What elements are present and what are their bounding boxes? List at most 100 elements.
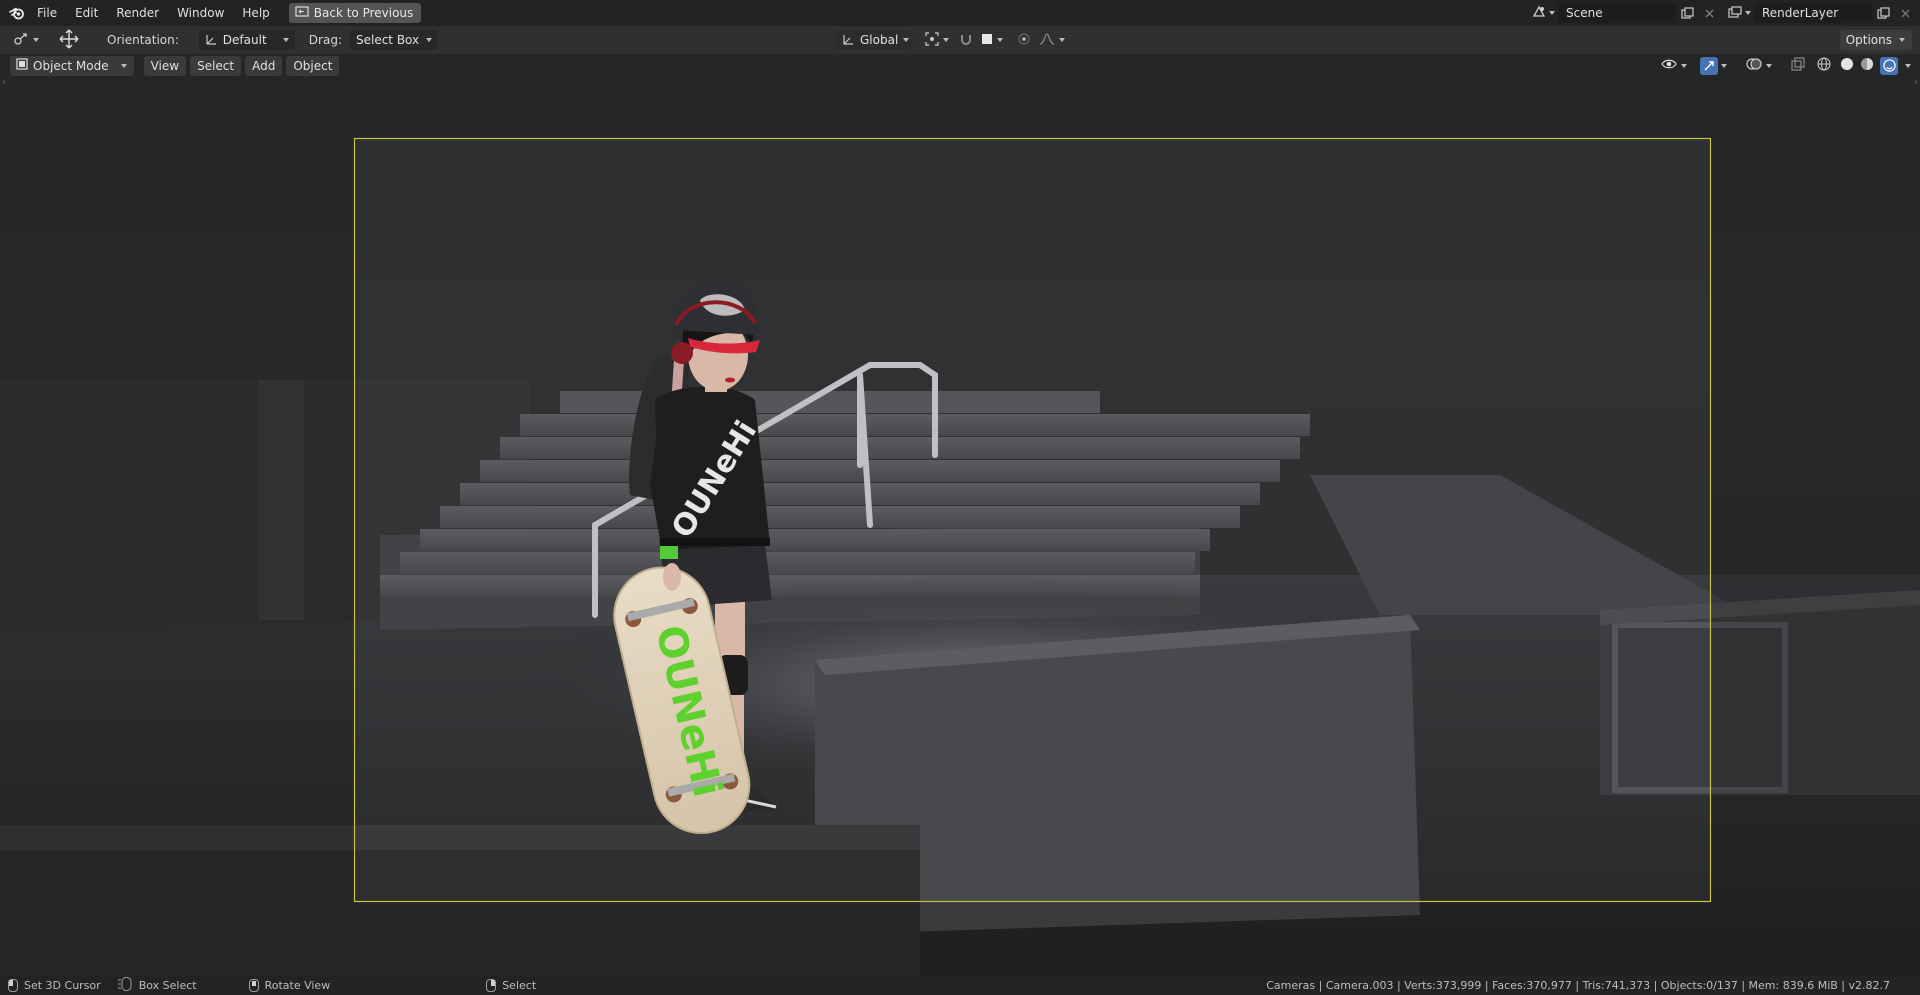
object-mode-label: Object Mode <box>33 58 109 73</box>
snap-increment-icon <box>981 33 993 48</box>
overlays-button[interactable] <box>1741 56 1778 76</box>
falloff-curve-icon <box>1039 32 1055 48</box>
status-hint-select: Select <box>478 978 544 992</box>
mouse-middle-icon <box>248 978 259 992</box>
axis-default-icon <box>205 33 218 48</box>
solid-shading-icon <box>1840 57 1854 74</box>
close-scene-icon[interactable] <box>1698 3 1720 23</box>
drag-dropdown[interactable]: Select Box <box>349 30 438 50</box>
chevron-down-icon <box>1720 62 1728 70</box>
menu-window[interactable]: Window <box>168 0 233 26</box>
drag-value: Select Box <box>355 33 420 47</box>
menu-render[interactable]: Render <box>107 0 168 26</box>
eye-icon <box>1661 58 1677 73</box>
xray-icon <box>1791 57 1805 74</box>
mouse-right-icon <box>486 978 497 992</box>
menu-view[interactable]: View <box>143 55 187 76</box>
global-axis-icon <box>842 33 855 48</box>
toolbar-expand-arrow-icon[interactable]: › <box>2 77 6 88</box>
snap-target-button[interactable] <box>976 30 1009 50</box>
gizmo-icon <box>1700 56 1718 75</box>
close-render-layer-icon[interactable] <box>1894 3 1916 23</box>
orientation-dropdown[interactable]: Default <box>198 30 295 50</box>
new-scene-icon[interactable] <box>1676 3 1698 23</box>
pivot-point-button[interactable] <box>920 30 955 50</box>
material-preview-button[interactable] <box>1858 56 1876 76</box>
render-layer-selector-button[interactable] <box>1726 3 1754 23</box>
menu-help[interactable]: Help <box>233 0 278 26</box>
scene-name-field[interactable]: Scene <box>1558 3 1676 23</box>
menu-file[interactable]: File <box>28 0 66 26</box>
menu-edit[interactable]: Edit <box>66 0 107 26</box>
proportional-edit-button[interactable] <box>1012 30 1036 50</box>
status-hint-select-label: Select <box>502 978 537 992</box>
menu-select[interactable]: Select <box>190 55 242 76</box>
viewport-shading-controls <box>1656 55 1920 76</box>
scene-selector-button[interactable] <box>1530 3 1558 23</box>
chevron-down-icon <box>1898 36 1906 44</box>
status-bar: Set 3D Cursor Box Select Rotate View Sel… <box>0 975 1920 995</box>
snap-toggle-button[interactable] <box>954 30 978 50</box>
xray-toggle-button[interactable] <box>1786 56 1810 76</box>
options-label: Options <box>1845 33 1892 47</box>
editor-type-button[interactable] <box>8 30 45 50</box>
new-render-layer-icon[interactable] <box>1872 3 1894 23</box>
shading-options-button[interactable] <box>1902 56 1914 76</box>
chevron-down-icon <box>996 36 1004 44</box>
chevron-down-icon <box>1680 62 1688 70</box>
move-tool-button[interactable] <box>53 29 85 52</box>
transform-orientation-value: Global <box>860 33 899 47</box>
transform-orientation-dropdown[interactable]: Global <box>836 30 912 50</box>
viewport-header: Object Mode View Select Add Object <box>0 55 1920 76</box>
top-right-controls: Scene RenderLayer <box>1530 0 1920 26</box>
scene-icon <box>1532 5 1546 21</box>
chevron-down-icon <box>1744 9 1752 17</box>
menu-object[interactable]: Object <box>286 55 340 76</box>
back-to-previous-button[interactable]: Back to Previous <box>288 3 422 23</box>
overlays-icon <box>1746 57 1762 74</box>
menu-add[interactable]: Add <box>245 55 283 76</box>
solid-shading-button[interactable] <box>1838 56 1856 76</box>
gizmo-toggle-button[interactable] <box>1695 56 1733 76</box>
back-to-previous-label: Back to Previous <box>313 6 414 20</box>
3d-viewport[interactable]: OUNeHi OUNeHi › ‹ <box>0 55 1920 975</box>
tool-settings-bar: Orientation: Default Drag: Select Box Gl… <box>0 26 1920 55</box>
screen-back-icon <box>295 5 309 21</box>
render-layer-field[interactable]: RenderLayer <box>1754 3 1872 23</box>
sidebar-expand-arrow-icon[interactable]: ‹ <box>1914 77 1918 88</box>
move-tool-icon <box>58 29 80 52</box>
chevron-down-icon <box>1904 62 1912 70</box>
rendered-shading-button[interactable] <box>1878 56 1900 76</box>
chevron-down-icon <box>32 36 40 44</box>
chevron-down-icon <box>903 38 910 42</box>
chevron-down-icon <box>1548 9 1556 17</box>
blender-logo-icon[interactable] <box>6 2 28 24</box>
viewport-scene: OUNeHi OUNeHi <box>0 55 1920 975</box>
mouse-left-icon <box>8 978 18 992</box>
scene-statistics: Cameras | Camera.003 | Verts:373,999 | F… <box>1266 978 1890 992</box>
status-hint-set-cursor-label: Set 3D Cursor <box>24 978 101 992</box>
view3d-editor-icon <box>13 32 29 49</box>
status-hint-set-cursor: Set 3D Cursor <box>0 978 109 992</box>
object-mode-icon <box>16 58 28 73</box>
options-dropdown[interactable]: Options <box>1839 30 1912 50</box>
object-mode-dropdown[interactable]: Object Mode <box>10 55 134 76</box>
status-hint-box-select-label: Box Select <box>138 978 197 992</box>
chevron-down-icon <box>120 62 128 70</box>
visibility-button[interactable] <box>1656 56 1693 76</box>
chevron-down-icon <box>425 38 432 42</box>
orientation-value: Default <box>222 33 267 47</box>
status-hint-rotate-view: Rotate View <box>241 978 339 992</box>
chevron-down-icon <box>282 38 289 42</box>
wireframe-shading-icon <box>1817 57 1831 74</box>
magnet-icon <box>959 32 973 49</box>
chevron-down-icon <box>1058 36 1066 44</box>
proportional-edit-icon <box>1017 32 1031 49</box>
falloff-button[interactable] <box>1034 30 1071 50</box>
chevron-down-icon <box>1765 62 1773 70</box>
wireframe-shading-button[interactable] <box>1812 56 1836 76</box>
pivot-point-icon <box>925 31 939 49</box>
mouse-drag-icon <box>117 976 133 994</box>
orientation-label: Orientation: <box>107 33 179 47</box>
top-bar: File Edit Render Window Help Back to Pre… <box>0 0 1920 26</box>
